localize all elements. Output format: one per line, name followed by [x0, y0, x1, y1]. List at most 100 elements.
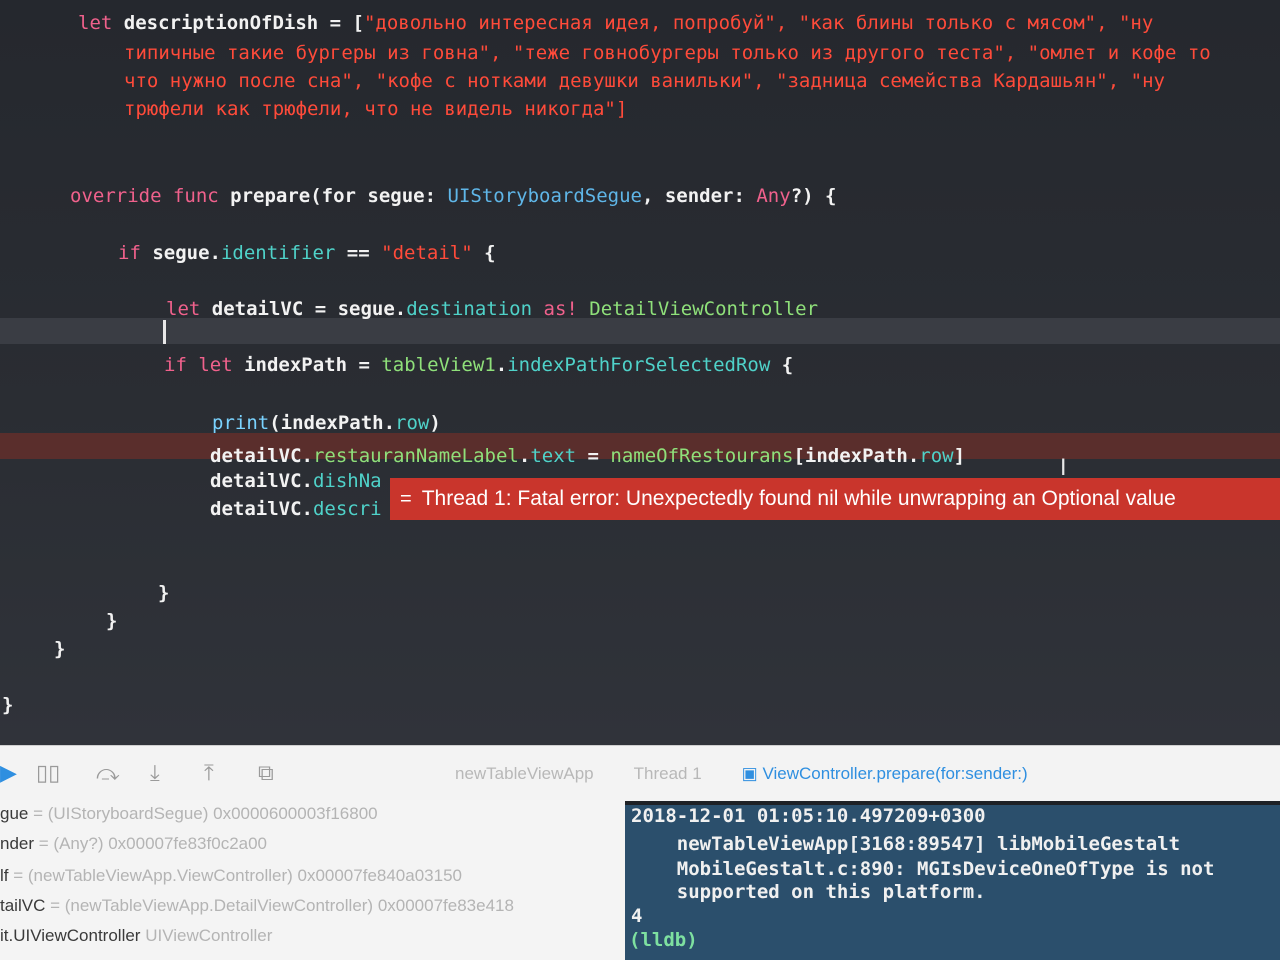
- code-token: detailVC.: [210, 498, 313, 520]
- code-editor[interactable]: let descriptionOfDish = ["довольно интер…: [0, 0, 1280, 745]
- code-line[interactable]: }: [54, 636, 65, 662]
- view-hierarchy-icon[interactable]: ⧉: [258, 760, 274, 786]
- variables-view[interactable]: gue = (UIStoryboardSegue) 0x0000600003f1…: [0, 800, 625, 960]
- code-line[interactable]: if segue.identifier == "detail" {: [118, 240, 496, 266]
- code-line[interactable]: let detailVC = segue.destination as! Det…: [166, 296, 818, 322]
- error-icon: =: [400, 488, 412, 510]
- variable-row[interactable]: gue = (UIStoryboardSegue) 0x0000600003f1…: [0, 804, 378, 824]
- breadcrumb-thread[interactable]: Thread 1: [634, 764, 702, 784]
- breadcrumb: newTableViewApp Thread 1 ▣ ViewControlle…: [455, 764, 1028, 784]
- code-token: print: [212, 412, 270, 434]
- fatal-error-banner[interactable]: = Thread 1: Fatal error: Unexpectedly fo…: [390, 478, 1280, 520]
- code-token: prepare(for segue:: [230, 185, 448, 207]
- breadcrumb-frame-label: ViewController.prepare(for:sender:): [762, 764, 1028, 783]
- code-line[interactable]: if let indexPath = tableView1.indexPathF…: [164, 352, 793, 378]
- variable-value: UIViewController: [140, 926, 273, 945]
- lldb-prompt[interactable]: (lldb): [629, 929, 698, 951]
- error-message: Thread 1: Fatal error: Unexpectedly foun…: [421, 487, 1176, 510]
- code-line[interactable]: detailVC.restauranNameLabel.text = nameO…: [210, 443, 965, 469]
- variable-row[interactable]: nder = (Any?) 0x00007fe83f0c2a00: [0, 834, 267, 854]
- code-line[interactable]: }: [106, 608, 117, 634]
- code-token: =: [576, 445, 611, 467]
- variable-row[interactable]: it.UIViewController UIViewController: [0, 926, 272, 946]
- step-into-icon[interactable]: ⤓: [150, 760, 160, 786]
- code-token: }: [2, 694, 14, 716]
- code-token: }: [54, 638, 66, 660]
- code-token: indexPathForSelectedRow: [507, 354, 771, 376]
- variable-value: = (newTableViewApp.ViewController) 0x000…: [8, 866, 462, 885]
- variable-name: nder: [0, 834, 35, 853]
- code-line[interactable]: }: [158, 580, 169, 606]
- variable-name: tailVC: [0, 896, 46, 915]
- variable-name: gue: [0, 804, 29, 823]
- console-line: 4: [631, 905, 643, 927]
- code-token: row: [919, 445, 954, 467]
- code-token: "довольно интересная идея, попробуй", "к…: [363, 12, 1154, 34]
- console-line: MobileGestalt.c:890: MGIsDeviceOneOfType…: [631, 858, 1215, 880]
- code-token: ?) {: [790, 185, 837, 207]
- code-line[interactable]: что нужно после сна", "кофе с нотками де…: [124, 68, 1165, 94]
- text-caret: [163, 320, 166, 344]
- code-line[interactable]: print(indexPath.row): [212, 410, 441, 436]
- code-line[interactable]: override func prepare(for segue: UIStory…: [70, 183, 836, 209]
- code-token: DetailViewController: [589, 298, 819, 320]
- console-line: newTableViewApp[3168:89547] libMobileGes…: [631, 833, 1181, 855]
- variable-value: = (Any?) 0x00007fe83f0c2a00: [34, 834, 268, 853]
- code-token: restauranNameLabel: [312, 445, 519, 467]
- code-token: detailVC.: [210, 445, 313, 467]
- variable-row[interactable]: tailVC = (newTableViewApp.DetailViewCont…: [0, 896, 514, 916]
- console-line: supported on this platform.: [631, 881, 986, 903]
- code-token: segue.: [152, 242, 221, 264]
- code-token: что нужно после сна", "кофе с нотками де…: [124, 70, 1165, 92]
- code-token: descri: [312, 498, 382, 520]
- code-token: трюфели как трюфели, что не видель никог…: [124, 98, 628, 120]
- code-line[interactable]: }: [2, 692, 13, 718]
- code-token: ==: [335, 242, 382, 264]
- code-token: if let: [164, 354, 245, 376]
- breakpoints-toggle-icon[interactable]: ▯▯: [36, 760, 60, 786]
- debug-console[interactable]: 2018-12-01 01:05:10.497209+0300 newTable…: [625, 805, 1280, 960]
- code-token: row: [395, 412, 430, 434]
- step-over-icon[interactable]: ⤼: [96, 760, 120, 786]
- variable-name: it.UIViewController: [0, 926, 141, 945]
- code-token: [indexPath.: [793, 445, 920, 467]
- code-token: if: [118, 242, 153, 264]
- variable-value: = (UIStoryboardSegue) 0x0000600003f16800: [28, 804, 378, 823]
- code-token: destination: [406, 298, 533, 320]
- variable-row[interactable]: lf = (newTableViewApp.ViewController) 0x…: [0, 866, 462, 886]
- breadcrumb-app[interactable]: newTableViewApp: [455, 764, 594, 784]
- code-token: типичные такие бургеры из говна", "теже …: [124, 42, 1211, 64]
- code-token: }: [106, 610, 118, 632]
- code-token: ): [429, 412, 441, 434]
- code-token: tableView1: [381, 354, 496, 376]
- code-token: as!: [532, 298, 590, 320]
- code-token: text: [530, 445, 577, 467]
- console-line: 2018-12-01 01:05:10.497209+0300: [631, 805, 986, 827]
- code-line[interactable]: detailVC.dishNa: [210, 468, 382, 494]
- code-token: {: [472, 242, 496, 264]
- code-token: }: [158, 582, 170, 604]
- step-out-icon[interactable]: ⤒: [204, 760, 214, 786]
- code-token: override func: [70, 185, 231, 207]
- code-line[interactable]: трюфели как трюфели, что не видель никог…: [124, 96, 627, 122]
- code-line[interactable]: detailVC.descri: [210, 496, 382, 522]
- breadcrumb-frame[interactable]: ▣ ViewController.prepare(for:sender:): [742, 764, 1028, 784]
- variable-value: = (newTableViewApp.DetailViewController)…: [45, 896, 514, 915]
- code-token: Any: [756, 185, 791, 207]
- continue-icon[interactable]: ▶: [0, 760, 17, 786]
- variable-name: lf: [0, 866, 9, 885]
- code-token: .: [518, 445, 531, 467]
- code-token: dishNa: [312, 470, 382, 492]
- code-token: "detail": [381, 242, 473, 264]
- code-token: identifier: [220, 242, 336, 264]
- code-token: ]: [953, 445, 966, 467]
- code-token: (indexPath.: [269, 412, 396, 434]
- code-token: , sender:: [641, 185, 757, 207]
- code-line[interactable]: let descriptionOfDish = ["довольно интер…: [78, 10, 1153, 36]
- code-token: let: [78, 12, 124, 34]
- code-token: .: [495, 354, 508, 376]
- code-token: UIStoryboardSegue: [447, 185, 642, 207]
- code-line[interactable]: типичные такие бургеры из говна", "теже …: [124, 40, 1211, 66]
- debug-bar: ▶ ▯▯ ⤼ ⤓ ⤒ ⧉ newTableViewApp Thread 1 ▣ …: [0, 745, 1280, 801]
- code-token: let: [166, 298, 212, 320]
